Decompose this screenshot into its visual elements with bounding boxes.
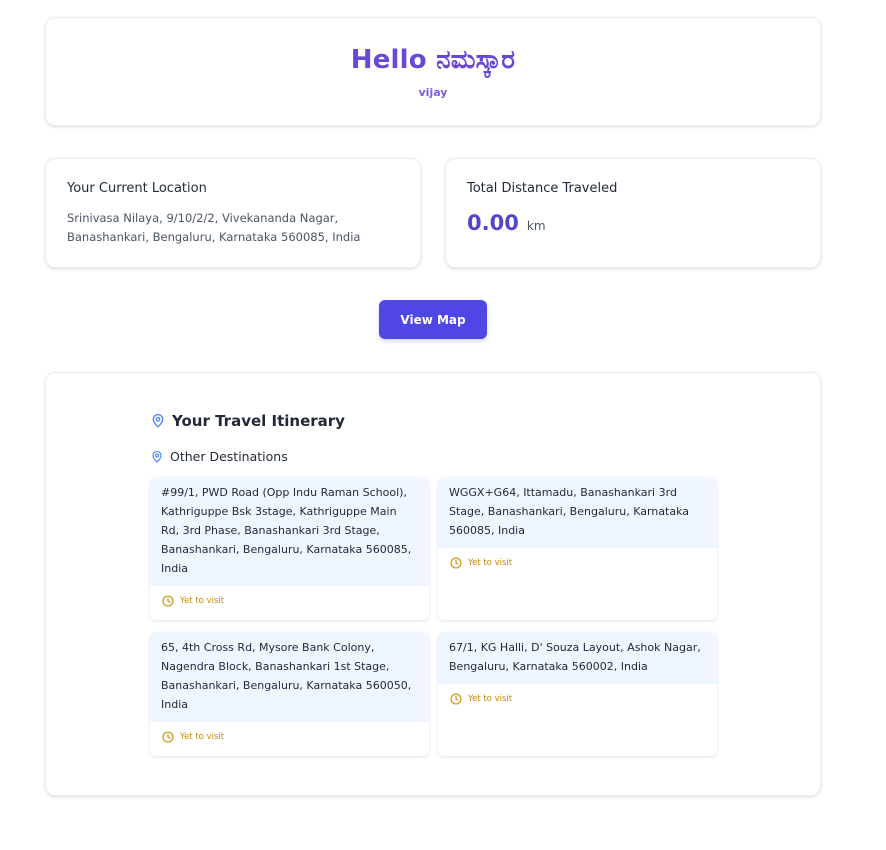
itinerary-header: Your Travel Itinerary: [151, 411, 345, 431]
destination-status: Yet to visit: [438, 548, 717, 578]
distance-value: 0.00: [467, 211, 519, 235]
clock-icon: [162, 595, 174, 607]
map-pin-icon: [151, 413, 165, 429]
greeting-card: Hello ನಮಸ್ಕಾರ vijay: [45, 17, 821, 126]
distance-card: Total Distance Traveled 0.00 km: [445, 158, 821, 268]
current-location-card: Your Current Location Srinivasa Nilaya, …: [45, 158, 421, 268]
travel-itinerary-card: Your Travel Itinerary Other Destinations…: [45, 372, 821, 796]
clock-icon: [450, 693, 462, 705]
destinations-header: Other Destinations: [151, 448, 288, 466]
destination-card[interactable]: 65, 4th Cross Rd, Mysore Bank Colony, Na…: [150, 632, 429, 756]
map-pin-icon: [151, 450, 163, 464]
status-label: Yet to visit: [468, 558, 513, 568]
current-location-address: Srinivasa Nilaya, 9/10/2/2, Vivekananda …: [67, 211, 361, 244]
clock-icon: [450, 557, 462, 569]
distance-unit: km: [526, 219, 546, 233]
destination-card[interactable]: #99/1, PWD Road (Opp Indu Raman School),…: [150, 477, 429, 620]
itinerary-title: Your Travel Itinerary: [172, 412, 345, 430]
current-location-label: Your Current Location: [67, 181, 207, 196]
greeting-title: Hello ನಮಸ್ಕಾರ: [350, 45, 516, 75]
user-name: vijay: [418, 86, 448, 99]
status-label: Yet to visit: [468, 694, 513, 704]
status-label: Yet to visit: [180, 732, 225, 742]
destination-card[interactable]: 67/1, KG Halli, D' Souza Layout, Ashok N…: [438, 632, 717, 756]
status-label: Yet to visit: [180, 596, 225, 606]
distance-label: Total Distance Traveled: [467, 181, 618, 196]
destination-card[interactable]: WGGX+G64, Ittamadu, Banashankari 3rd Sta…: [438, 477, 717, 620]
distance-readout: 0.00 km: [467, 211, 546, 235]
destination-status: Yet to visit: [150, 722, 429, 752]
destination-address: WGGX+G64, Ittamadu, Banashankari 3rd Sta…: [438, 477, 717, 548]
destination-address: #99/1, PWD Road (Opp Indu Raman School),…: [150, 477, 429, 586]
view-map-button[interactable]: View Map: [379, 300, 487, 339]
destination-address: 65, 4th Cross Rd, Mysore Bank Colony, Na…: [150, 632, 429, 722]
destination-address: 67/1, KG Halli, D' Souza Layout, Ashok N…: [438, 632, 717, 684]
clock-icon: [162, 731, 174, 743]
destination-status: Yet to visit: [150, 586, 429, 616]
destination-status: Yet to visit: [438, 684, 717, 714]
destinations-subtitle: Other Destinations: [170, 449, 288, 464]
